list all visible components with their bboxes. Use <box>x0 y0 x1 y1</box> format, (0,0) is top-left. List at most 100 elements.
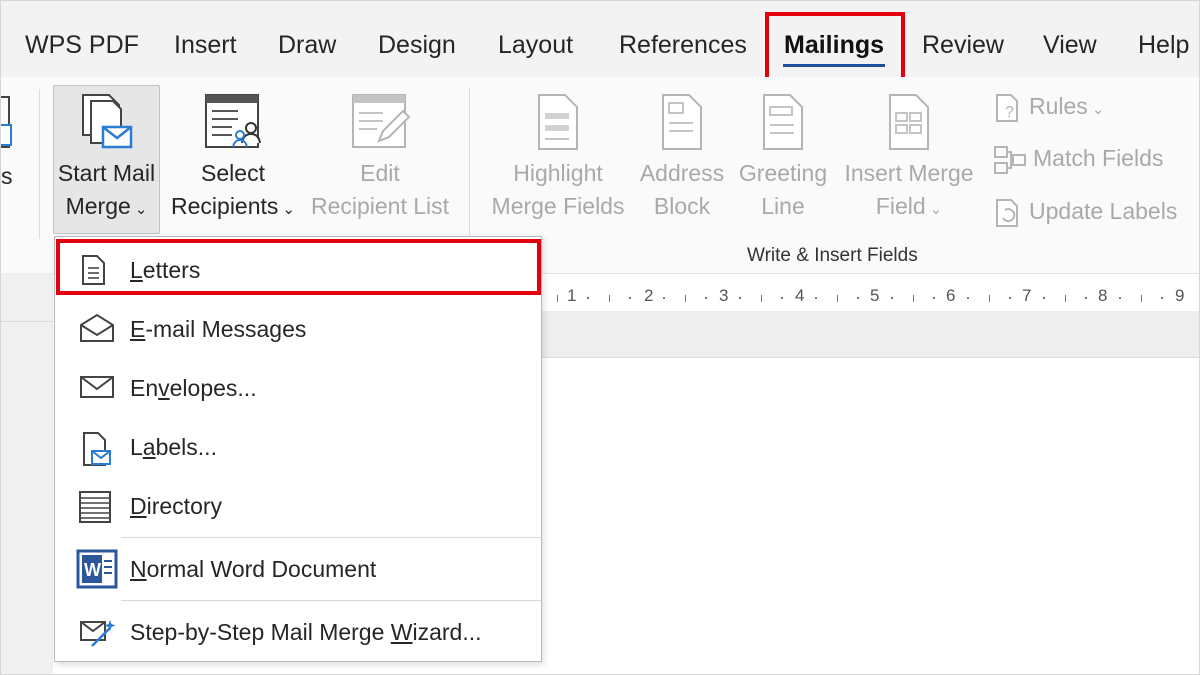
word-window: WPS PDF Insert Draw Design Layout Refere… <box>0 0 1200 675</box>
tab-help[interactable]: Help <box>1138 31 1189 60</box>
ruler-dot <box>857 297 859 299</box>
rules-button[interactable]: ? Rules ⌄ <box>993 93 1104 123</box>
write-insert-fields-group-label: Write & Insert Fields <box>747 245 918 266</box>
address-block-icon <box>662 94 702 150</box>
ruler-dot <box>967 297 969 299</box>
horizontal-ruler[interactable]: 1 2 3 4 5 6 7 8 9 <box>541 286 1199 308</box>
ruler-dot <box>781 297 783 299</box>
menu-item-labels[interactable]: Labels... <box>55 418 541 476</box>
ruler-tick <box>913 295 914 302</box>
tab-references[interactable]: References <box>619 31 747 60</box>
ruler-dot <box>587 297 589 299</box>
tab-review[interactable]: Review <box>922 31 1004 60</box>
menu-item-email-messages[interactable]: E-mail Messages <box>55 300 541 358</box>
match-fields-icon <box>994 146 1026 174</box>
chevron-down-icon: ⌄ <box>929 201 943 218</box>
tab-layout[interactable]: Layout <box>498 31 573 60</box>
tab-insert[interactable]: Insert <box>174 31 237 60</box>
highlight-merge-fields-icon <box>538 94 578 150</box>
menu-item-directory[interactable]: Directory <box>55 477 541 535</box>
insert-merge-field-button[interactable]: Insert Merge Field ⌄ <box>839 91 979 226</box>
chevron-down-icon: ⌄ <box>282 201 295 218</box>
ruler-number: 6 <box>946 286 956 305</box>
menu-item-mail-merge-wizard[interactable]: Step-by-Step Mail Merge Wizard... <box>55 603 541 661</box>
edit-recipient-list-icon <box>352 94 411 148</box>
pane-divider <box>1 321 53 322</box>
ruler-dot <box>1009 297 1011 299</box>
start-mail-merge-dropdown: Letters E-mail Messages Envelopes... Lab… <box>54 236 542 662</box>
update-labels-label: Update Labels <box>1029 198 1178 225</box>
start-mail-merge-icon <box>81 94 132 149</box>
rules-label: Rules <box>1029 93 1088 120</box>
ruler-tick <box>1141 295 1142 302</box>
ruler-number: 4 <box>795 286 805 305</box>
letters-highlight-box <box>56 239 541 295</box>
menu-item-label: Envelopes... <box>130 375 257 401</box>
navigation-pane <box>1 273 53 674</box>
update-labels-icon <box>996 199 1018 227</box>
address-block-label-1: Address <box>639 160 725 186</box>
svg-text:W: W <box>84 560 101 580</box>
ruler-dot <box>739 297 741 299</box>
ruler-number: 7 <box>1022 286 1032 305</box>
ribbon-tab-bar: WPS PDF Insert Draw Design Layout Refere… <box>1 1 1199 77</box>
menu-separator <box>121 600 541 601</box>
ruler-dot <box>1161 297 1163 299</box>
ruler-tick <box>557 295 558 302</box>
email-envelope-icon <box>80 313 114 342</box>
edit-recipient-list-label-2: Recipient List <box>310 193 450 219</box>
match-fields-button[interactable]: Match Fields <box>993 145 1163 175</box>
chevron-down-icon: ⌄ <box>1091 101 1105 119</box>
tab-draw[interactable]: Draw <box>278 31 336 60</box>
chevron-down-icon: ⌄ <box>134 201 148 218</box>
ruler-dot <box>1119 297 1121 299</box>
highlight-merge-fields-button[interactable]: Highlight Merge Fields <box>487 91 629 223</box>
ruler-number: 5 <box>870 286 880 305</box>
ruler-number: 1 <box>567 286 577 305</box>
tab-wps-pdf[interactable]: WPS PDF <box>25 31 139 60</box>
highlight-merge-fields-label-2: Merge Fields <box>491 193 625 219</box>
select-recipients-label-1: Select <box>201 160 265 186</box>
select-recipients-label-2: Recipients ⌄ <box>171 193 295 219</box>
group-separator <box>39 89 40 239</box>
labels-icon <box>83 432 111 466</box>
address-block-button[interactable]: Address Block <box>634 91 730 223</box>
menu-item-label: Normal Word Document <box>130 556 377 582</box>
start-mail-merge-label-1: Start Mail <box>57 160 156 186</box>
greeting-line-button[interactable]: Greeting Line <box>735 91 831 223</box>
ruler-tick <box>837 295 838 302</box>
menu-item-label: E-mail Messages <box>130 316 307 342</box>
menu-item-envelopes[interactable]: Envelopes... <box>55 359 541 417</box>
svg-text:?: ? <box>1005 104 1014 121</box>
ruler-dot <box>663 297 665 299</box>
start-mail-merge-label-2: Merge ⌄ <box>65 193 148 219</box>
menu-separator <box>121 537 541 538</box>
ruler-dot <box>933 297 935 299</box>
ruler-dot <box>1043 297 1045 299</box>
document-top-margin <box>541 311 1199 358</box>
ruler-number: 3 <box>719 286 729 305</box>
greeting-line-label-2: Line <box>761 193 805 219</box>
ruler-dot <box>1085 297 1087 299</box>
start-mail-merge-button[interactable]: Start Mail Merge ⌄ <box>53 91 160 226</box>
select-recipients-icon <box>205 94 261 148</box>
edit-recipient-list-button[interactable]: Edit Recipient List <box>307 91 453 223</box>
ruler-number: 2 <box>644 286 654 305</box>
directory-icon <box>79 491 111 523</box>
ruler-tick <box>609 295 610 302</box>
update-labels-button[interactable]: Update Labels <box>993 198 1177 228</box>
edit-recipient-list-label-1: Edit <box>360 160 400 186</box>
ruler-number: 8 <box>1098 286 1108 305</box>
ruler-number: 9 <box>1175 286 1185 305</box>
menu-item-label: Labels... <box>130 434 217 460</box>
menu-item-normal-word-document[interactable]: W Normal Word Document <box>55 540 541 598</box>
select-recipients-button[interactable]: Select Recipients ⌄ <box>166 91 300 226</box>
insert-merge-field-label-1: Insert Merge <box>844 160 974 186</box>
ruler-dot <box>629 297 631 299</box>
left-cut-label: s <box>1 163 13 189</box>
tab-view[interactable]: View <box>1043 31 1097 60</box>
address-block-label-2: Block <box>653 193 711 219</box>
tab-design[interactable]: Design <box>378 31 456 60</box>
ruler-dot <box>815 297 817 299</box>
word-document-icon: W <box>76 549 118 589</box>
